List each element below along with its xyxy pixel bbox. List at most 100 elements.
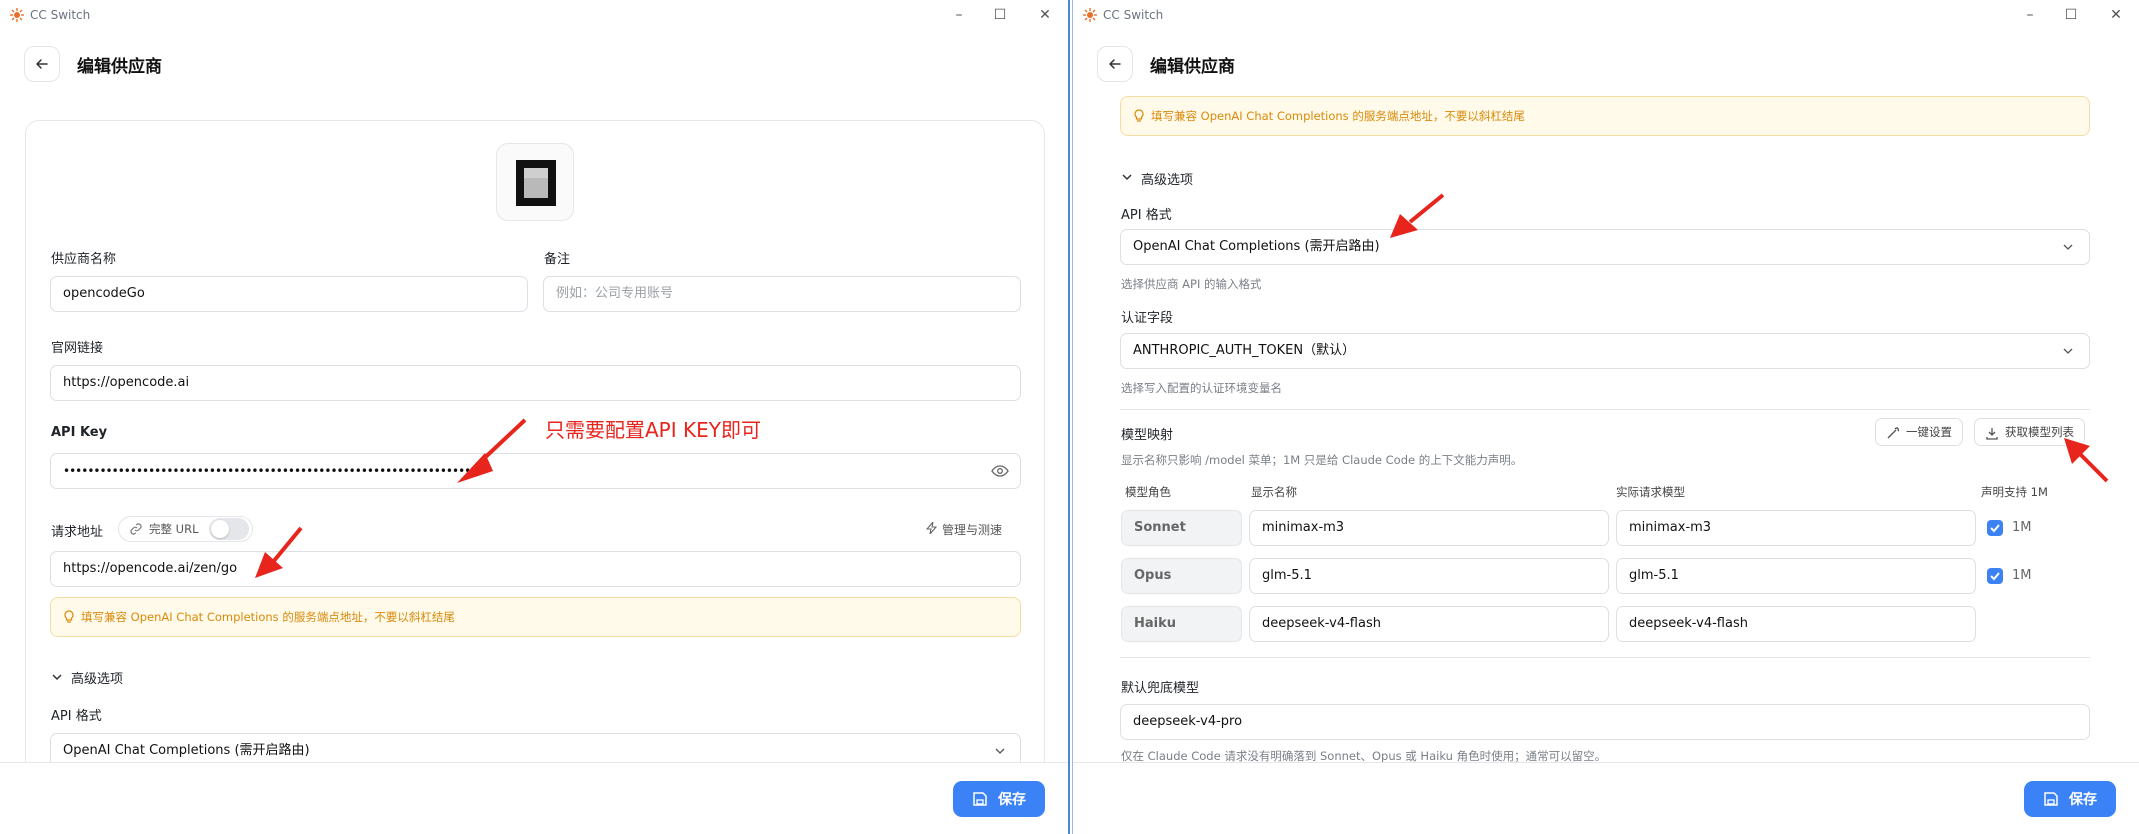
url-notice-text: 填写兼容 OpenAI Chat Completions 的服务端点地址，不要以… (1151, 109, 1525, 123)
app-logo-icon (1083, 8, 1097, 22)
maximize-icon[interactable]: ☐ (990, 5, 1010, 25)
back-button[interactable] (1097, 46, 1133, 82)
fallback-model-label: 默认兜底模型 (1121, 681, 1200, 696)
save-label: 保存 (998, 792, 1026, 808)
footer-bar: 保存 (0, 762, 1068, 834)
api-format-label: API 格式 (1121, 208, 1172, 223)
actual-model-input[interactable]: deepseek-v4-flash (1616, 606, 1976, 642)
annotation-arrow-icon (457, 418, 527, 483)
role-cell: Haiku (1121, 606, 1242, 642)
lightbulb-icon (64, 610, 74, 623)
title-bar: CC Switch – ☐ ✕ (0, 0, 1068, 30)
api-format-select[interactable]: OpenAI Chat Completions (需开启路由) (1120, 229, 2090, 265)
left-window: CC Switch – ☐ ✕ 编辑供应商 供应商名称 opencodeGo 备… (0, 0, 1070, 834)
col-header-1m: 声明支持 1M (1981, 485, 2048, 499)
back-button[interactable] (24, 46, 60, 82)
provider-form-card: 供应商名称 opencodeGo 备注 例如：公司专用账号 官网链接 https… (25, 120, 1045, 834)
opencode-logo-icon (516, 160, 556, 206)
role-cell: Opus (1121, 558, 1242, 594)
divider (1120, 657, 2090, 658)
advanced-options-toggle[interactable]: 高级选项 (1141, 169, 1193, 188)
page-title: 编辑供应商 (77, 57, 162, 77)
auth-field-select[interactable]: ANTHROPIC_AUTH_TOKEN（默认） (1120, 333, 2090, 369)
chevron-down-icon[interactable] (1121, 171, 1133, 183)
app-title: CC Switch (30, 8, 91, 22)
note-input[interactable]: 例如：公司专用账号 (543, 276, 1021, 312)
close-icon[interactable]: ✕ (2106, 5, 2126, 25)
app-title: CC Switch (1103, 8, 1164, 22)
right-window: CC Switch – ☐ ✕ 编辑供应商 填写兼容 OpenAI Chat C… (1072, 0, 2139, 834)
save-button[interactable]: 保存 (2024, 781, 2116, 817)
select-chevron-icon (2063, 244, 2073, 250)
footer-bar: 保存 (1073, 762, 2139, 834)
api-format-label: API 格式 (51, 709, 102, 724)
save-button[interactable]: 保存 (953, 781, 1045, 817)
maximize-icon[interactable]: ☐ (2061, 5, 2081, 25)
advanced-options-toggle[interactable]: 高级选项 (71, 668, 123, 687)
auth-field-hint: 选择写入配置的认证环境变量名 (1121, 381, 1282, 395)
provider-name-label: 供应商名称 (51, 252, 117, 267)
actual-model-input[interactable]: minimax-m3 (1616, 510, 1976, 546)
title-bar: CC Switch – ☐ ✕ (1073, 0, 2139, 30)
select-chevron-icon (2063, 348, 2073, 354)
one-click-setup-button[interactable]: 一键设置 (1875, 418, 1963, 446)
website-label: 官网链接 (51, 341, 104, 356)
chevron-down-icon[interactable] (51, 671, 63, 683)
save-icon (973, 792, 987, 806)
col-header-role: 模型角色 (1125, 485, 1171, 499)
support-1m-label: 1M (2012, 568, 2032, 583)
save-icon (2044, 792, 2058, 806)
lightning-icon (926, 522, 938, 534)
model-mapping-title: 模型映射 (1121, 428, 1174, 443)
request-url-label: 请求地址 (51, 525, 104, 540)
col-header-display: 显示名称 (1251, 485, 1297, 499)
support-1m-checkbox[interactable] (1987, 520, 2003, 536)
manage-speed-test-link[interactable]: 管理与测速 (926, 521, 1002, 538)
request-url-input[interactable]: https://opencode.ai/zen/go (50, 551, 1021, 587)
col-header-actual: 实际请求模型 (1616, 485, 1685, 499)
fallback-model-input[interactable]: deepseek-v4-pro (1120, 704, 2090, 740)
annotation-arrow-icon (255, 526, 303, 578)
role-cell: Sonnet (1121, 510, 1242, 546)
page-header: 编辑供应商 (1073, 30, 2139, 94)
minimize-icon[interactable]: – (2020, 5, 2040, 25)
display-name-input[interactable]: deepseek-v4-flash (1249, 606, 1609, 642)
save-label: 保存 (2069, 792, 2097, 808)
arrow-left-icon (36, 59, 48, 69)
full-url-label: 完整 URL (149, 522, 199, 536)
check-icon (1990, 524, 2000, 533)
display-name-input[interactable]: minimax-m3 (1249, 510, 1609, 546)
website-input[interactable]: https://opencode.ai (50, 365, 1021, 401)
support-1m-checkbox[interactable] (1987, 568, 2003, 584)
page-title: 编辑供应商 (1150, 57, 1235, 77)
lightbulb-icon (1134, 109, 1144, 122)
url-notice: 填写兼容 OpenAI Chat Completions 的服务端点地址，不要以… (1120, 96, 2090, 136)
actual-model-input[interactable]: glm-5.1 (1616, 558, 1976, 594)
support-1m-label: 1M (2012, 520, 2032, 535)
select-chevron-icon (995, 748, 1005, 754)
minimize-icon[interactable]: – (949, 5, 969, 25)
display-name-input[interactable]: glm-5.1 (1249, 558, 1609, 594)
check-icon (1990, 572, 2000, 581)
annotation-text: 只需要配置API KEY即可 (545, 418, 761, 442)
url-notice-text: 填写兼容 OpenAI Chat Completions 的服务端点地址，不要以… (81, 610, 455, 624)
magic-wand-icon (1887, 427, 1900, 439)
download-icon (1986, 428, 1998, 440)
provider-name-input[interactable]: opencodeGo (50, 276, 528, 312)
provider-icon-box[interactable] (496, 143, 574, 221)
full-url-toggle[interactable] (209, 518, 249, 540)
note-label: 备注 (544, 252, 571, 267)
divider (1120, 409, 2090, 410)
api-key-input[interactable]: ••••••••••••••••••••••••••••••••••••••••… (50, 453, 1021, 489)
arrow-left-icon (1109, 59, 1121, 69)
page-header: 编辑供应商 (0, 30, 1068, 94)
annotation-arrow-icon (2064, 438, 2109, 483)
api-key-label: API Key (51, 425, 108, 440)
annotation-arrow-icon (1390, 193, 1445, 238)
eye-icon[interactable] (991, 462, 1009, 480)
model-mapping-hint: 显示名称只影响 /model 菜单；1M 只是给 Claude Code 的上下… (1121, 453, 1523, 467)
one-click-setup-label: 一键设置 (1906, 425, 1952, 439)
close-icon[interactable]: ✕ (1035, 5, 1055, 25)
auth-field-label: 认证字段 (1121, 311, 1174, 326)
url-notice: 填写兼容 OpenAI Chat Completions 的服务端点地址，不要以… (50, 597, 1021, 637)
